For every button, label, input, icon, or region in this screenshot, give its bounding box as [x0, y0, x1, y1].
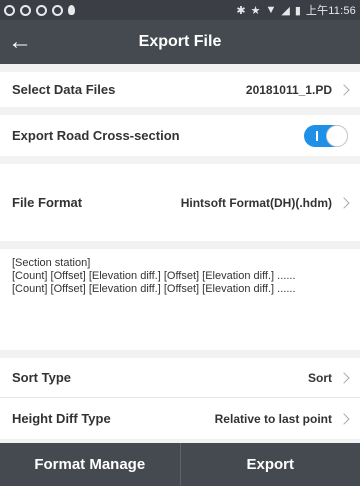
- status-notification-icons: [4, 4, 75, 16]
- export-button[interactable]: Export: [181, 443, 360, 486]
- notification-icon: [4, 4, 15, 16]
- chevron-right-icon: [338, 196, 350, 209]
- settings-list: Select Data Files 20181011_1.PD Export R…: [0, 64, 360, 443]
- sort-type-row[interactable]: Sort Type Sort: [0, 358, 360, 397]
- format-description: [Section station] [Count] [Offset] [Elev…: [0, 249, 360, 350]
- file-format-row[interactable]: File Format Hintsoft Format(DH)(.hdm): [0, 164, 360, 241]
- file-format-value: Hintsoft Format(DH)(.hdm): [180, 195, 332, 210]
- export-road-cross-section-row: Export Road Cross-section: [0, 115, 360, 156]
- export-road-cross-section-toggle[interactable]: [304, 124, 348, 147]
- signal-icon: ◢: [281, 4, 290, 17]
- bottom-action-bar: Format Manage Export: [0, 443, 360, 486]
- format-description-line: [Count] [Offset] [Elevation diff.] [Offs…: [12, 270, 296, 282]
- status-system-icons: ✱ ★ ▼ ◢ ▮ 上午11:56: [236, 2, 356, 18]
- chevron-right-icon: [338, 412, 350, 425]
- export-road-cross-section-label: Export Road Cross-section: [12, 128, 180, 143]
- toggle-knob: [326, 124, 348, 147]
- height-diff-type-value: Relative to last point: [214, 411, 332, 426]
- arrow-left-icon: ←: [8, 28, 32, 55]
- status-bar: ✱ ★ ▼ ◢ ▮ 上午11:56: [0, 0, 360, 20]
- notification-icon: [20, 4, 31, 16]
- status-time: 上午11:56: [305, 5, 356, 17]
- page-title: Export File: [138, 33, 222, 50]
- height-diff-type-row[interactable]: Height Diff Type Relative to last point: [0, 397, 360, 439]
- wifi-icon: ▼: [265, 4, 277, 16]
- star-icon: ★: [250, 4, 261, 17]
- file-format-label: File Format: [12, 195, 83, 210]
- toggle-on-mark: [316, 130, 318, 141]
- chevron-right-icon: [338, 83, 350, 96]
- select-data-files-label: Select Data Files: [12, 82, 116, 97]
- sort-type-value: Sort: [308, 370, 332, 385]
- back-button[interactable]: ←: [0, 20, 40, 64]
- select-data-files-row[interactable]: Select Data Files 20181011_1.PD: [0, 72, 360, 107]
- location-icon: [68, 5, 75, 15]
- bluetooth-icon: ✱: [236, 4, 246, 17]
- chevron-right-icon: [338, 371, 350, 384]
- height-diff-type-label: Height Diff Type: [12, 411, 111, 426]
- format-description-line: [Section station]: [12, 257, 91, 269]
- format-description-line: [Count] [Offset] [Elevation diff.] [Offs…: [12, 283, 296, 295]
- battery-icon: ▮: [294, 4, 301, 17]
- select-data-files-value: 20181011_1.PD: [245, 82, 332, 97]
- notification-icon: [36, 4, 47, 16]
- format-manage-button[interactable]: Format Manage: [0, 443, 180, 486]
- sort-type-label: Sort Type: [12, 370, 71, 385]
- notification-icon: [52, 4, 63, 16]
- app-bar: ← Export File: [0, 20, 360, 64]
